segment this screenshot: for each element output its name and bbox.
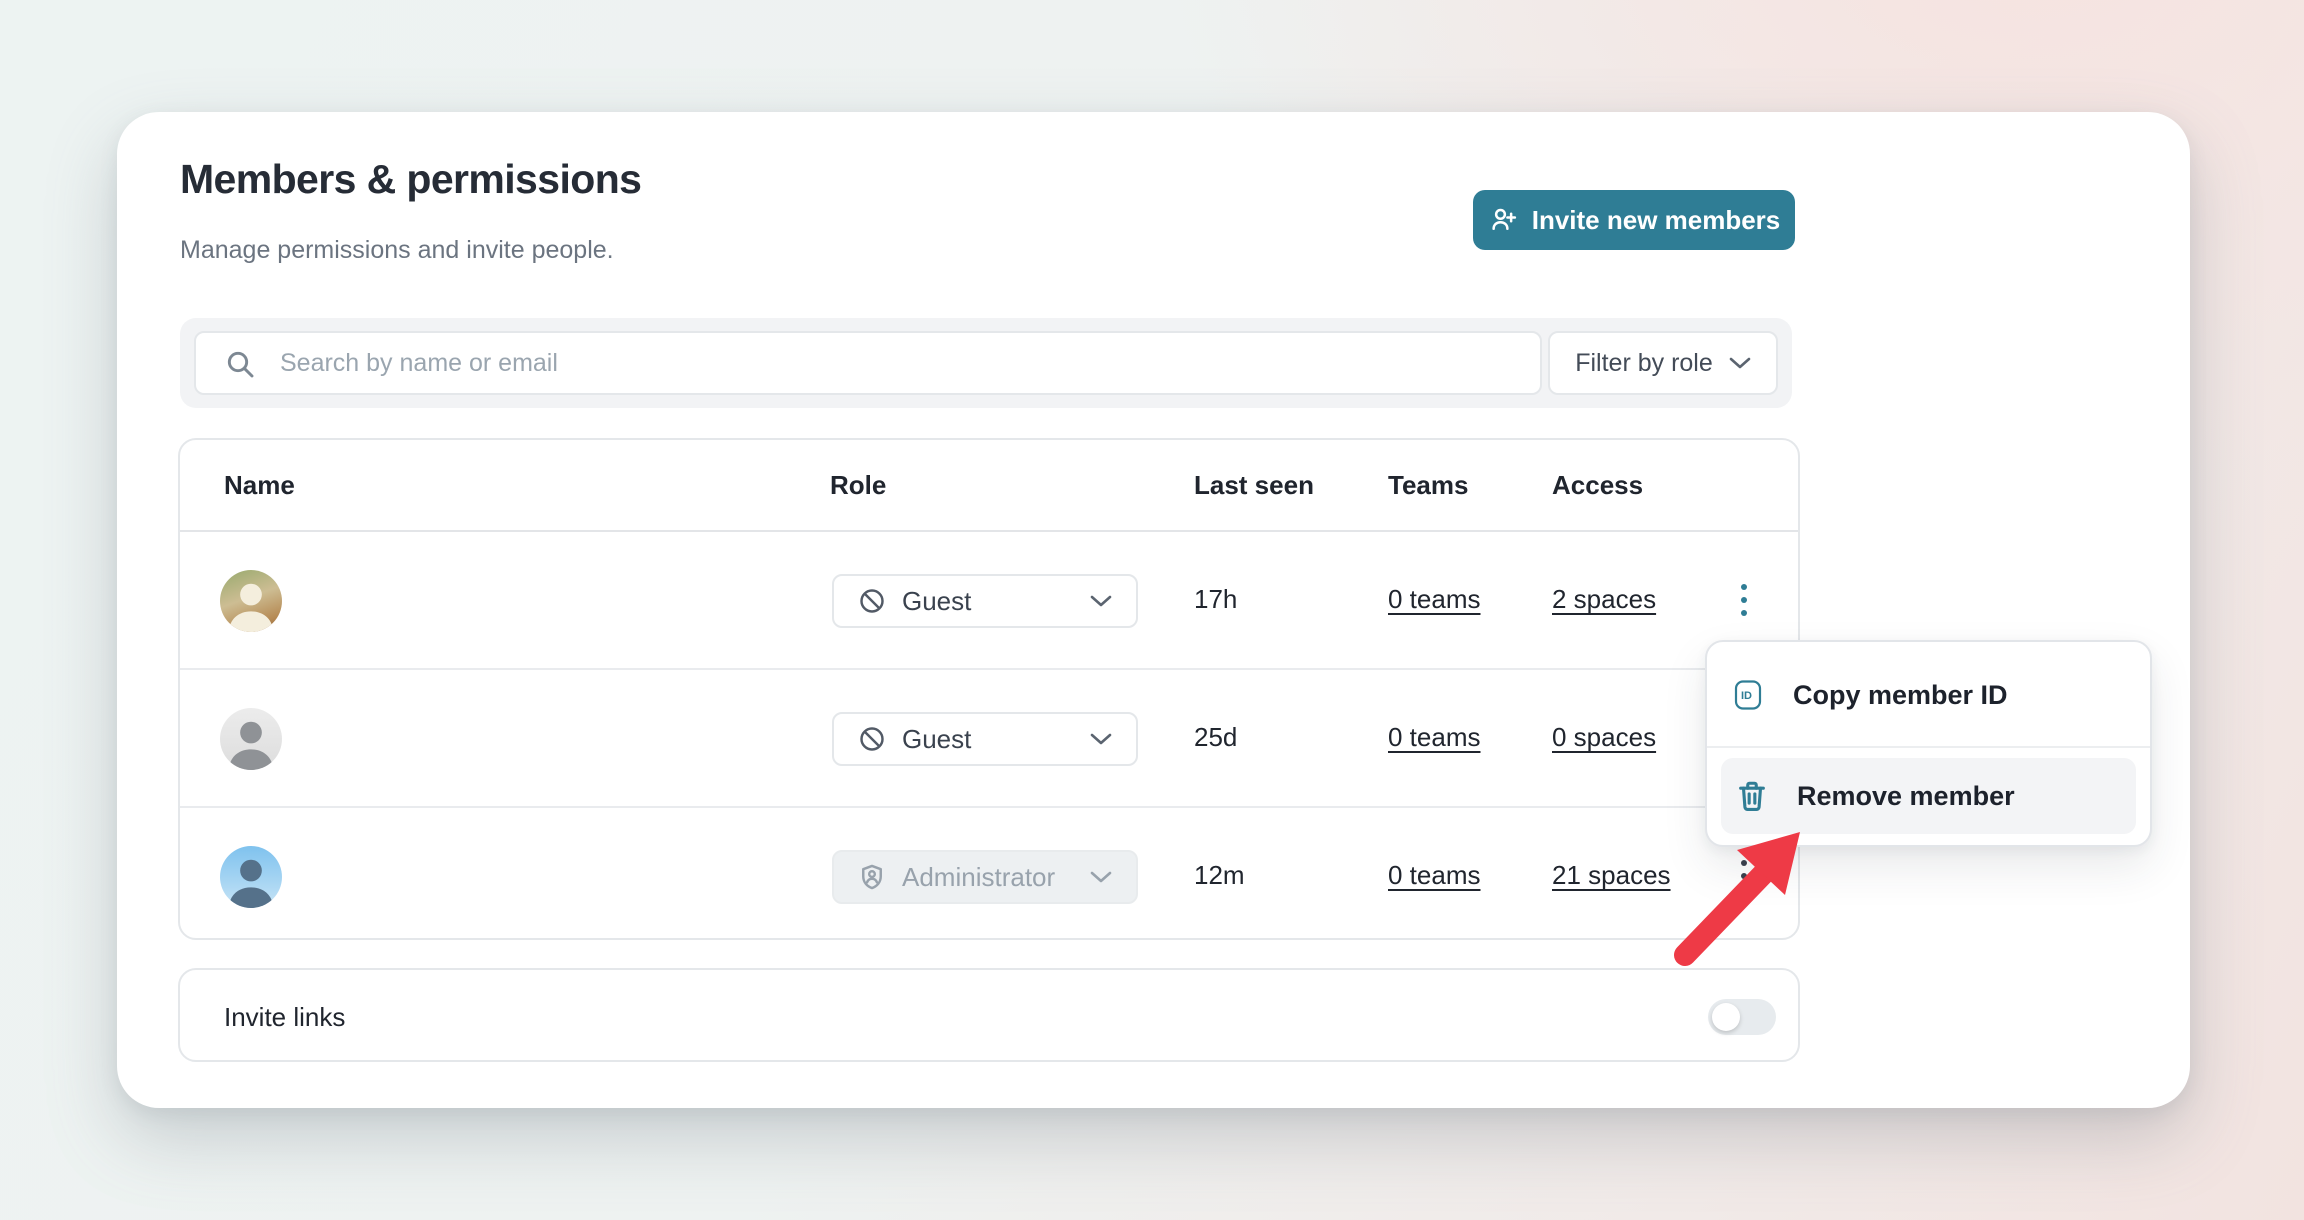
trash-icon [1735,779,1769,813]
column-header-access: Access [1552,470,1643,501]
filter-by-role-dropdown[interactable]: Filter by role [1548,331,1778,395]
teams-link[interactable]: 0 teams [1388,584,1481,615]
last-seen-value: 12m [1194,860,1245,891]
row-actions-context-menu: ID Copy member ID Remove member [1705,640,2152,847]
search-field-container [194,331,1542,395]
invite-links-toggle[interactable] [1708,999,1776,1035]
person-photo-icon [220,846,282,908]
avatar [220,570,282,632]
chevron-down-icon [1729,356,1751,370]
search-input[interactable] [280,333,1520,393]
role-dropdown[interactable]: Guest [832,712,1138,766]
chevron-down-icon [1090,732,1112,746]
shield-user-icon [858,863,886,891]
id-badge-icon: ID [1731,678,1765,712]
invite-links-section: Invite links [178,968,1800,1062]
members-table: Name Role Last seen Teams Access Guest 1… [178,438,1800,940]
row-actions-kebab-icon[interactable] [1724,572,1764,628]
spaces-link[interactable]: 2 spaces [1552,584,1656,615]
chevron-down-icon [1090,594,1112,608]
page-title: Members & permissions [180,156,641,203]
filter-label: Filter by role [1575,349,1713,378]
column-header-teams: Teams [1388,470,1468,501]
search-icon [224,348,256,380]
invite-links-label: Invite links [224,1002,345,1033]
column-header-role: Role [830,470,886,501]
teams-link[interactable]: 0 teams [1388,860,1481,891]
role-dropdown[interactable]: Guest [832,574,1138,628]
role-dropdown-disabled[interactable]: Administrator [832,850,1138,904]
menu-item-remove-member[interactable]: Remove member [1721,758,2136,834]
last-seen-value: 25d [1194,722,1237,753]
svg-text:ID: ID [1741,690,1752,702]
table-row: Guest 17h 0 teams 2 spaces [180,532,1798,668]
row-actions-kebab-icon[interactable] [1724,848,1764,904]
table-row: Guest 25d 0 teams 0 spaces [180,670,1798,806]
column-header-last-seen: Last seen [1194,470,1314,501]
toggle-knob [1712,1003,1740,1031]
menu-item-copy-member-id[interactable]: ID Copy member ID [1707,644,2150,746]
person-photo-icon [220,570,282,632]
spaces-link[interactable]: 0 spaces [1552,722,1656,753]
settings-card: Members & permissions Manage permissions… [117,112,2190,1108]
chevron-down-icon [1090,870,1112,884]
ban-icon [858,725,886,753]
column-header-name: Name [224,470,295,501]
spaces-link[interactable]: 21 spaces [1552,860,1671,891]
avatar [220,708,282,770]
table-header: Name Role Last seen Teams Access [180,440,1798,532]
page-background: Members & permissions Manage permissions… [0,0,2304,1220]
user-plus-icon [1488,205,1518,235]
invite-button-label: Invite new members [1532,205,1781,236]
avatar [220,846,282,908]
menu-divider [1707,746,2150,748]
person-photo-icon [220,708,282,770]
ban-icon [858,587,886,615]
role-value: Guest [902,586,971,617]
menu-item-label: Copy member ID [1793,680,2008,711]
teams-link[interactable]: 0 teams [1388,722,1481,753]
invite-new-members-button[interactable]: Invite new members [1473,190,1795,250]
role-value: Guest [902,724,971,755]
table-row: Administrator 12m 0 teams 21 spaces [180,808,1798,944]
menu-item-label: Remove member [1797,781,2015,812]
page-subtitle: Manage permissions and invite people. [180,236,614,265]
search-toolbar: Filter by role [180,318,1792,408]
last-seen-value: 17h [1194,584,1237,615]
role-value: Administrator [902,862,1055,893]
